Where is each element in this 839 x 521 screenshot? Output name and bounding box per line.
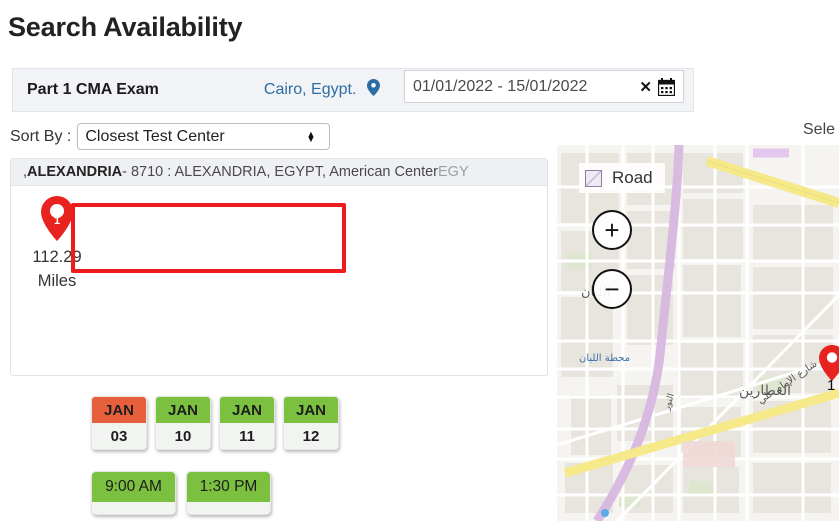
date-chip[interactable]: JAN 10: [155, 396, 211, 450]
test-center-address: - 8710 : ALEXANDRIA, EGYPT, American Cen…: [122, 164, 439, 180]
test-center-body: 1 112.29 Miles JAN 03 JAN 10 JAN 11 JAN …: [11, 186, 547, 515]
map-label: محطة اللبان: [579, 353, 631, 364]
date-chip-list: JAN 03 JAN 10 JAN 11 JAN 12: [91, 396, 339, 450]
date-chip-day: 11: [220, 423, 274, 449]
time-slot-label: 1:30 PM: [187, 472, 270, 502]
updown-arrows-icon: ▲ ▼: [306, 128, 316, 144]
date-chip-day: 12: [284, 423, 338, 449]
svg-text:1: 1: [54, 215, 60, 227]
test-center-name: ALEXANDRIA: [27, 164, 123, 180]
date-chip[interactable]: JAN 12: [283, 396, 339, 450]
date-chip[interactable]: JAN 03: [91, 396, 147, 450]
time-slot-list: 9:00 AM 1:30 PM: [91, 471, 271, 515]
date-chip-month: JAN: [156, 397, 210, 423]
map-zoom-in-button[interactable]: +: [592, 210, 632, 250]
exam-name-label: Part 1 CMA Exam: [27, 81, 159, 98]
map-pin-numbered-icon: 1: [23, 196, 91, 246]
time-slot-footer: [187, 502, 270, 514]
clear-date-icon[interactable]: ✕: [633, 78, 658, 96]
test-center-result-card: , ALEXANDRIA - 8710 : ALEXANDRIA, EGYPT,…: [10, 158, 548, 515]
time-slot-label: 9:00 AM: [92, 472, 175, 502]
test-center-header: , ALEXANDRIA - 8710 : ALEXANDRIA, EGYPT,…: [11, 159, 547, 186]
sort-row: Sort By : Closest Test Center ▲ ▼: [10, 123, 331, 150]
date-chip[interactable]: JAN 11: [219, 396, 275, 450]
test-center-code: EGY: [438, 164, 469, 180]
sort-select-value: Closest Test Center: [85, 127, 225, 145]
search-availability-page: Search Availability Part 1 CMA Exam Cair…: [0, 0, 839, 521]
date-range-value: 01/01/2022 - 15/01/2022: [413, 77, 588, 95]
distance-value: 112.29: [32, 248, 82, 266]
distance-block: 1 112.29 Miles: [23, 196, 91, 291]
map-panel[interactable]: اللبان محطة اللبان العطارين النور شارع ا…: [557, 145, 839, 521]
map-view-toggle[interactable]: Road: [579, 163, 665, 193]
page-title: Search Availability: [8, 12, 243, 42]
map-canvas: [557, 145, 839, 521]
date-chip-month: JAN: [220, 397, 274, 423]
date-chip-day: 03: [92, 423, 146, 449]
sort-by-label: Sort By :: [10, 127, 72, 145]
map-thumbnail-icon: [585, 169, 602, 187]
sort-select[interactable]: Closest Test Center ▲ ▼: [77, 123, 331, 150]
time-slot-chip[interactable]: 1:30 PM: [186, 471, 271, 515]
location-label: Cairo, Egypt.: [263, 81, 357, 98]
date-range-field[interactable]: 01/01/2022 - 15/01/2022 ✕: [404, 70, 684, 103]
distance-unit: Miles: [37, 272, 77, 290]
date-chip-month: JAN: [92, 397, 146, 423]
map-pin-icon: [366, 79, 380, 101]
date-chip-day: 10: [156, 423, 210, 449]
map-pin-label: 1: [827, 377, 836, 394]
time-slot-footer: [92, 502, 175, 514]
calendar-icon[interactable]: [658, 77, 675, 96]
time-slot-chip[interactable]: 9:00 AM: [91, 471, 176, 515]
map-view-label: Road: [612, 168, 653, 187]
location-link[interactable]: Cairo, Egypt.: [264, 79, 380, 101]
date-chip-month: JAN: [284, 397, 338, 423]
select-label-truncated: Sele: [803, 121, 836, 138]
map-zoom-out-button[interactable]: −: [592, 269, 632, 309]
